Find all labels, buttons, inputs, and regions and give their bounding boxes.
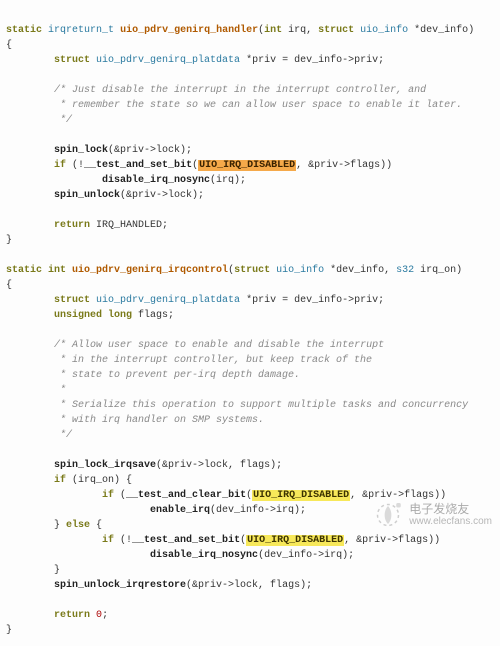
keyword: static xyxy=(6,25,42,36)
watermark: 电子发烧友 www.elecfans.com xyxy=(373,500,492,530)
comment: * remember the state so we can allow use… xyxy=(6,100,462,111)
call-spinlock: spin_lock xyxy=(54,145,108,156)
comment: /* Just disable the interrupt in the int… xyxy=(54,85,426,96)
highlight-uio-irq-disabled: UIO_IRQ_DISABLED xyxy=(246,535,344,546)
function-name: uio_pdrv_genirq_irqcontrol xyxy=(72,265,228,276)
call-spinunlock: spin_unlock xyxy=(54,190,120,201)
watermark-url: www.elecfans.com xyxy=(409,516,492,528)
function-name: uio_pdrv_genirq_handler xyxy=(120,25,258,36)
watermark-cn: 电子发烧友 xyxy=(409,502,492,516)
highlight-uio-irq-disabled: UIO_IRQ_DISABLED xyxy=(198,160,296,171)
comment: */ xyxy=(6,115,72,126)
comment: /* Allow user space to enable and disabl… xyxy=(54,340,384,351)
type: irqreturn_t xyxy=(48,25,114,36)
highlight-uio-irq-disabled: UIO_IRQ_DISABLED xyxy=(252,490,350,501)
elecfans-logo-icon xyxy=(373,500,403,530)
watermark-text: 电子发烧友 www.elecfans.com xyxy=(409,502,492,528)
code-block: static irqreturn_t uio_pdrv_genirq_handl… xyxy=(0,0,500,646)
